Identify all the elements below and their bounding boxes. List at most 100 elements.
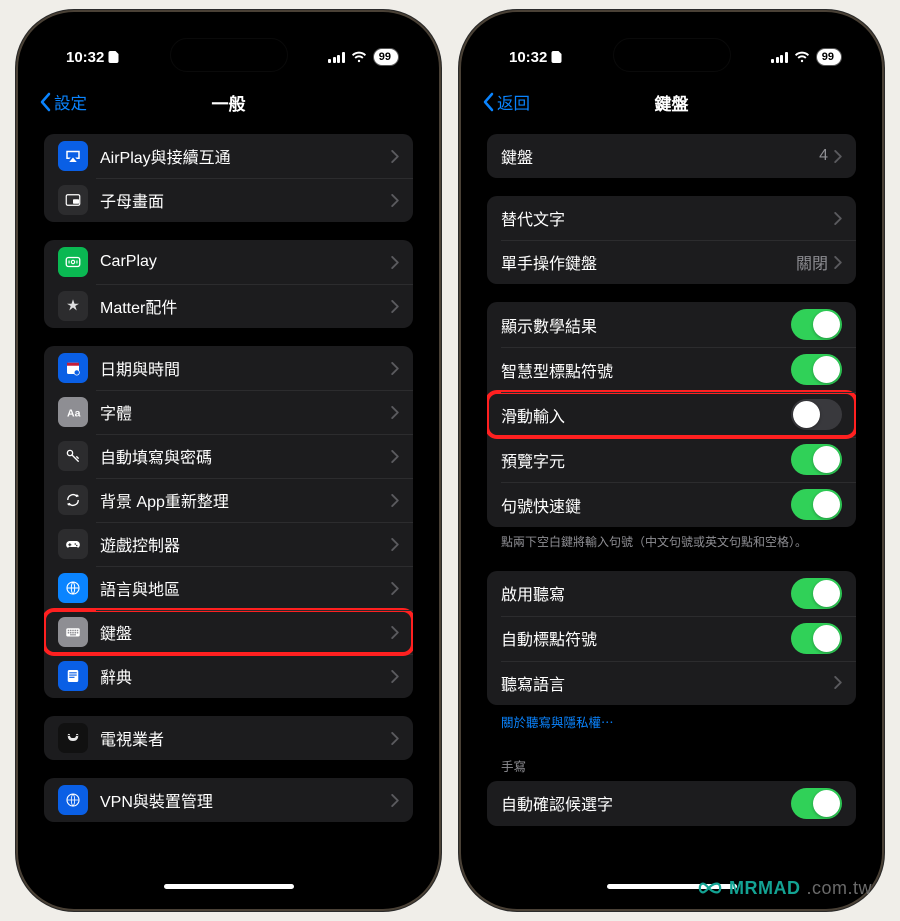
status-time: 10:32 — [66, 49, 104, 66]
toggle-switch[interactable] — [791, 309, 842, 340]
row-label: 鍵盤 — [501, 144, 819, 168]
row-label: 鍵盤 — [100, 620, 391, 644]
navigation-bar: 設定 一般 — [30, 80, 427, 124]
chevron-right-icon — [391, 406, 399, 419]
phone-right: 10:32 99 返回 鍵盤 鍵盤4 替代文字單手操作鍵盤關閉 — [459, 10, 884, 911]
page-title: 一般 — [212, 90, 246, 115]
toggle-switch[interactable] — [791, 489, 842, 520]
row-label: 顯示數學結果 — [501, 313, 791, 337]
home-indicator[interactable] — [164, 884, 294, 889]
row-label: 電視業者 — [100, 726, 391, 750]
settings-row[interactable]: 句號快速鍵 — [487, 482, 856, 527]
toggle-switch[interactable] — [791, 788, 842, 819]
back-button[interactable]: 設定 — [38, 90, 87, 114]
settings-row[interactable]: 替代文字 — [487, 196, 856, 240]
gamepad-icon — [58, 529, 88, 559]
group-footer: 點兩下空白鍵將輸入句號（中文句號或英文句點和空格）。 — [487, 527, 856, 553]
toggle-switch[interactable] — [791, 354, 842, 385]
settings-row[interactable]: CarPlay — [44, 240, 413, 284]
back-label: 返回 — [497, 90, 530, 114]
navigation-bar: 返回 鍵盤 — [473, 80, 870, 124]
row-label: 句號快速鍵 — [501, 493, 791, 517]
settings-row[interactable]: 鍵盤4 — [487, 134, 856, 178]
settings-row[interactable]: 電視業者 — [44, 716, 413, 760]
font-icon — [58, 397, 88, 427]
row-label: 日期與時間 — [100, 356, 391, 380]
toggle-switch[interactable] — [791, 623, 842, 654]
settings-row[interactable]: 單手操作鍵盤關閉 — [487, 240, 856, 284]
back-label: 設定 — [54, 90, 87, 114]
battery-icon: 99 — [373, 48, 399, 66]
toggle-switch[interactable] — [791, 399, 842, 430]
settings-row[interactable]: 日期與時間 — [44, 346, 413, 390]
toggle-switch[interactable] — [791, 578, 842, 609]
wifi-icon — [794, 51, 810, 63]
row-label: 子母畫面 — [100, 188, 391, 212]
cellular-icon — [771, 52, 788, 63]
infinity-icon — [697, 877, 723, 899]
settings-row[interactable]: AirPlay與接續互通 — [44, 134, 413, 178]
settings-row[interactable]: 啟用聽寫 — [487, 571, 856, 616]
watermark-brand: MRMAD — [729, 878, 801, 899]
chevron-right-icon — [391, 256, 399, 269]
settings-row[interactable]: 聽寫語言 — [487, 661, 856, 705]
settings-row[interactable]: 鍵盤 — [44, 610, 413, 654]
settings-row[interactable]: 遊戲控制器 — [44, 522, 413, 566]
settings-row[interactable]: 預覽字元 — [487, 437, 856, 482]
row-label: 啟用聽寫 — [501, 581, 791, 605]
toggle-switch[interactable] — [791, 444, 842, 475]
chevron-right-icon — [834, 212, 842, 225]
chevron-left-icon — [481, 92, 495, 112]
group: 日期與時間字體自動填寫與密碼背景 App重新整理遊戲控制器語言與地區鍵盤辭典 — [44, 346, 413, 698]
settings-list[interactable]: AirPlay與接續互通子母畫面 CarPlay Matter配件 日期與時間字體… — [30, 124, 427, 897]
tv-icon — [58, 723, 88, 753]
settings-row[interactable]: 辭典 — [44, 654, 413, 698]
matter-icon — [58, 291, 88, 321]
chevron-right-icon — [391, 194, 399, 207]
settings-row[interactable]: 顯示數學結果 — [487, 302, 856, 347]
row-label: 辭典 — [100, 664, 391, 688]
group: 啟用聽寫自動標點符號聽寫語言 — [487, 571, 856, 705]
page-title: 鍵盤 — [655, 90, 689, 115]
settings-row[interactable]: 背景 App重新整理 — [44, 478, 413, 522]
keyboard-settings-list[interactable]: 鍵盤4 替代文字單手操作鍵盤關閉 顯示數學結果智慧型標點符號滑動輸入預覽字元句號… — [473, 124, 870, 897]
keyboard-icon — [58, 617, 88, 647]
row-label: AirPlay與接續互通 — [100, 144, 391, 168]
chevron-right-icon — [391, 300, 399, 313]
settings-row[interactable]: 自動確認候選字 — [487, 781, 856, 826]
settings-row[interactable]: 滑動輸入 — [487, 392, 856, 437]
row-value: 4 — [819, 147, 828, 165]
dynamic-island — [170, 38, 288, 72]
row-label: 背景 App重新整理 — [100, 488, 391, 512]
row-label: 智慧型標點符號 — [501, 358, 791, 382]
group: VPN與裝置管理 — [44, 778, 413, 822]
settings-row[interactable]: 語言與地區 — [44, 566, 413, 610]
row-label: 滑動輸入 — [501, 403, 791, 427]
chevron-right-icon — [391, 450, 399, 463]
settings-row[interactable]: 自動標點符號 — [487, 616, 856, 661]
settings-row[interactable]: 智慧型標點符號 — [487, 347, 856, 392]
sim-icon — [551, 51, 562, 63]
settings-row[interactable]: Matter配件 — [44, 284, 413, 328]
settings-row[interactable]: 字體 — [44, 390, 413, 434]
vpn-icon — [58, 785, 88, 815]
dynamic-island — [613, 38, 731, 72]
group-header: 手寫 — [487, 738, 856, 781]
settings-row[interactable]: 子母畫面 — [44, 178, 413, 222]
back-button[interactable]: 返回 — [481, 90, 530, 114]
settings-row[interactable]: 自動填寫與密碼 — [44, 434, 413, 478]
privacy-link[interactable]: 關於聽寫與隱私權⋯ — [487, 705, 856, 738]
row-label: 聽寫語言 — [501, 671, 834, 695]
group: 顯示數學結果智慧型標點符號滑動輸入預覽字元句號快速鍵 — [487, 302, 856, 527]
chevron-left-icon — [38, 92, 52, 112]
watermark-suffix: .com.tw — [806, 878, 872, 899]
group: CarPlay Matter配件 — [44, 240, 413, 328]
chevron-right-icon — [391, 732, 399, 745]
row-label: 遊戲控制器 — [100, 532, 391, 556]
chevron-right-icon — [391, 150, 399, 163]
pip-icon — [58, 185, 88, 215]
phone-left: 10:32 99 設定 一般 AirPlay與接續互通子母畫面 CarPlay — [16, 10, 441, 911]
calendar-icon — [58, 353, 88, 383]
row-label: CarPlay — [100, 253, 391, 271]
settings-row[interactable]: VPN與裝置管理 — [44, 778, 413, 822]
